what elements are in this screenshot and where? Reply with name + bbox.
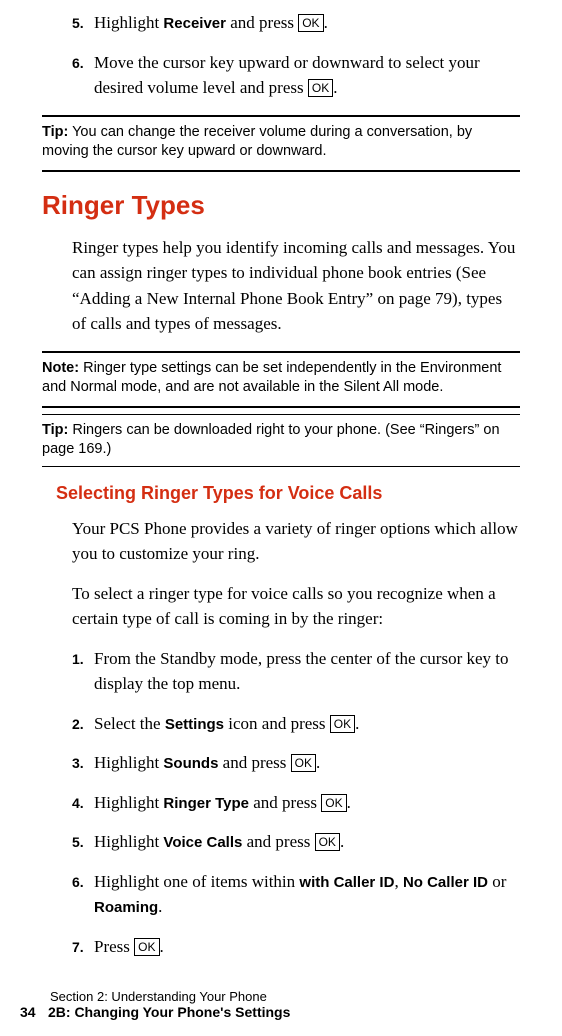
page-number: 34 <box>20 1004 48 1020</box>
ok-key-icon: OK <box>308 79 333 97</box>
divider <box>42 115 520 117</box>
step-text: Highlight Ringer Type and press OK. <box>94 790 520 816</box>
step-4: 4. Highlight Ringer Type and press OK. <box>72 790 520 816</box>
step-number: 6. <box>72 869 94 920</box>
footer-section: Section 2: Understanding Your Phone <box>50 989 562 1004</box>
bold-term: Receiver <box>163 15 226 32</box>
text: Highlight <box>94 13 163 32</box>
step-number: 7. <box>72 934 94 960</box>
text: Highlight one of items within <box>94 872 299 891</box>
step-text: Highlight Voice Calls and press OK. <box>94 829 520 855</box>
bold-term: Settings <box>165 716 224 733</box>
ok-key-icon: OK <box>321 794 346 812</box>
bold-term: Ringer Type <box>163 795 249 812</box>
heading-ringer-types: Ringer Types <box>42 190 520 221</box>
ok-key-icon: OK <box>315 833 340 851</box>
note-label: Note: <box>42 360 79 376</box>
step-text: Select the Settings icon and press OK. <box>94 711 520 737</box>
divider <box>42 414 520 415</box>
text: and press <box>242 832 314 851</box>
bold-term: Sounds <box>163 755 218 772</box>
step-number: 1. <box>72 646 94 697</box>
step-text: Highlight Receiver and press OK. <box>94 10 520 36</box>
text: and press <box>249 793 321 812</box>
text: and press <box>218 753 290 772</box>
text: . <box>355 714 359 733</box>
bold-term: with Caller ID <box>299 874 394 891</box>
step-text: Press OK. <box>94 934 520 960</box>
step-number: 3. <box>72 750 94 776</box>
text: Press <box>94 937 134 956</box>
note-text: Ringer type settings can be set independ… <box>42 360 501 396</box>
step-6-volume: 6. Move the cursor key upward or downwar… <box>72 50 520 101</box>
divider <box>42 466 520 467</box>
tip-text: Ringers can be downloaded right to your … <box>42 422 500 458</box>
step-number: 2. <box>72 711 94 737</box>
tip-label: Tip: <box>42 422 68 438</box>
step-text: Move the cursor key upward or downward t… <box>94 50 520 101</box>
step-number: 6. <box>72 50 94 101</box>
paragraph: To select a ringer type for voice calls … <box>72 581 520 632</box>
paragraph: Ringer types help you identify incoming … <box>72 235 520 337</box>
footer-chapter: 342B: Changing Your Phone's Settings <box>20 1004 562 1020</box>
tip-text: You can change the receiver volume durin… <box>42 124 472 160</box>
text: . <box>160 937 164 956</box>
step-3: 3. Highlight Sounds and press OK. <box>72 750 520 776</box>
tip-receiver-volume: Tip: You can change the receiver volume … <box>42 123 520 162</box>
text: and press <box>226 13 298 32</box>
text: . <box>316 753 320 772</box>
step-number: 4. <box>72 790 94 816</box>
text: or <box>488 872 506 891</box>
text: . <box>158 897 162 916</box>
tip-download-ringers: Tip: Ringers can be downloaded right to … <box>42 421 520 460</box>
text: Highlight <box>94 793 163 812</box>
step-text: Highlight one of items within with Calle… <box>94 869 520 920</box>
chapter-title: 2B: Changing Your Phone's Settings <box>48 1004 290 1020</box>
paragraph: Your PCS Phone provides a variety of rin… <box>72 516 520 567</box>
step-number: 5. <box>72 10 94 36</box>
ok-key-icon: OK <box>330 715 355 733</box>
text: , <box>394 872 403 891</box>
text: Move the cursor key upward or downward t… <box>94 53 480 98</box>
bold-term: Voice Calls <box>163 834 242 851</box>
step-5-receiver: 5. Highlight Receiver and press OK. <box>72 10 520 36</box>
text: icon and press <box>224 714 330 733</box>
text: Highlight <box>94 832 163 851</box>
text: Select the <box>94 714 165 733</box>
step-7: 7. Press OK. <box>72 934 520 960</box>
ok-key-icon: OK <box>298 14 323 32</box>
step-2: 2. Select the Settings icon and press OK… <box>72 711 520 737</box>
step-6: 6. Highlight one of items within with Ca… <box>72 869 520 920</box>
bold-term: No Caller ID <box>403 874 488 891</box>
step-5: 5. Highlight Voice Calls and press OK. <box>72 829 520 855</box>
step-text: From the Standby mode, press the center … <box>94 646 520 697</box>
tip-label: Tip: <box>42 124 68 140</box>
step-1: 1. From the Standby mode, press the cent… <box>72 646 520 697</box>
text: . <box>347 793 351 812</box>
divider <box>42 170 520 172</box>
step-text: Highlight Sounds and press OK. <box>94 750 520 776</box>
text: . <box>333 78 337 97</box>
divider <box>42 406 520 408</box>
step-number: 5. <box>72 829 94 855</box>
ok-key-icon: OK <box>291 754 316 772</box>
bold-term: Roaming <box>94 899 158 916</box>
page-footer: Section 2: Understanding Your Phone 342B… <box>0 989 562 1020</box>
ok-key-icon: OK <box>134 938 159 956</box>
divider <box>42 351 520 353</box>
text: Highlight <box>94 753 163 772</box>
text: . <box>324 13 328 32</box>
note-ringer-settings: Note: Ringer type settings can be set in… <box>42 359 520 398</box>
text: . <box>340 832 344 851</box>
heading-selecting-ringer-types: Selecting Ringer Types for Voice Calls <box>56 483 520 504</box>
